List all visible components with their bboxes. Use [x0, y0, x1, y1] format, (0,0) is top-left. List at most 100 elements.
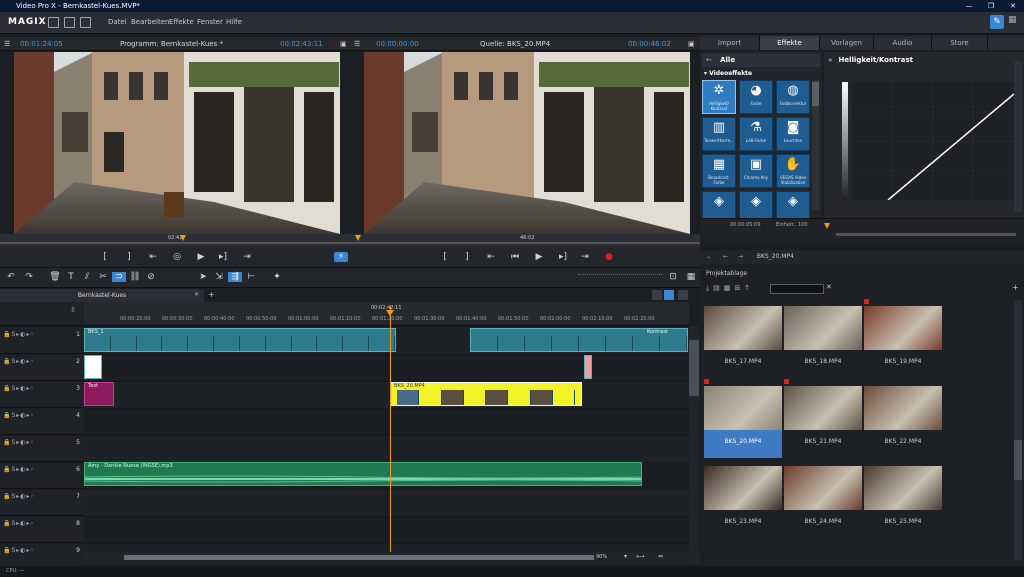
track-header[interactable]: 🔒S▸◐▸◦ 6 — [0, 463, 84, 489]
back-arrow-icon[interactable]: ← — [723, 253, 728, 260]
track-lane[interactable] — [84, 409, 689, 436]
project-item[interactable]: BKS_22.MP4 — [864, 386, 942, 458]
track-controls-icon[interactable]: 🔒S▸◐▸◦ — [3, 520, 35, 527]
brightness-curve[interactable] — [852, 82, 1014, 200]
text-clip-track3[interactable]: Text — [84, 382, 114, 406]
effect-tile[interactable]: ✲ Helligkeit/ Kontrast — [702, 80, 736, 114]
track-lane[interactable] — [84, 355, 689, 382]
audio-clip-track6[interactable]: Amy - Dankle Nuese (INGSE).mp3 — [84, 462, 642, 486]
delete-icon[interactable]: 🗑 — [48, 272, 62, 282]
folder-icon[interactable] — [64, 17, 75, 28]
mark-in-button[interactable]: [ — [438, 252, 452, 262]
mixer-icon[interactable]: ▦ — [684, 272, 698, 282]
play-button[interactable]: ▶ — [194, 252, 208, 262]
marker-icon[interactable]: ✦ — [270, 272, 284, 282]
track-settings-icon[interactable]: ⇳ — [70, 306, 76, 314]
maximize-monitor-icon[interactable]: ▣ — [688, 37, 695, 51]
timeline-hscroll[interactable] — [124, 555, 594, 560]
trim-icon[interactable]: ⊢ — [244, 272, 258, 282]
layout-icon[interactable]: ▦ — [1008, 15, 1018, 29]
zoom-slider-icon[interactable]: ⇔ — [658, 553, 663, 560]
track-header[interactable]: 🔒S▸◐▸◦ 1 — [0, 328, 84, 354]
export-icon[interactable] — [80, 17, 91, 28]
unit-value[interactable]: 100 — [798, 222, 808, 228]
clear-search-icon[interactable]: ✕ — [826, 283, 832, 291]
menu-bearbeiten[interactable]: Bearbeiten — [131, 18, 169, 26]
view-timeline-icon[interactable] — [664, 290, 674, 300]
video-clip-track1-a[interactable]: BKS_1 — [84, 328, 396, 352]
video-clip-track1-b[interactable]: Kontrast — [470, 328, 688, 352]
project-item[interactable]: BKS_23.MP4 — [704, 466, 782, 538]
track-lane[interactable] — [84, 436, 689, 463]
play-button[interactable]: ▶ — [532, 252, 546, 262]
next-marker-button[interactable]: ⇥ — [240, 252, 254, 262]
track-lane[interactable] — [84, 490, 689, 517]
mode-icon[interactable]: ✎ — [990, 15, 1004, 29]
menu-hilfe[interactable]: Hilfe — [226, 18, 242, 26]
effects-scrollbar[interactable] — [812, 80, 819, 210]
project-toolbar[interactable]: ⤓▤▦⊞↑ — [706, 284, 754, 293]
loop-button[interactable]: ◎ — [170, 252, 184, 262]
view-storyboard-icon[interactable] — [678, 290, 688, 300]
source-playhead[interactable] — [355, 235, 361, 241]
view-list-icon[interactable] — [652, 290, 662, 300]
effect-tile[interactable]: ⚗ LAB-Farbe — [739, 117, 773, 151]
tab-store[interactable]: Store — [932, 36, 988, 50]
project-search-input[interactable] — [770, 284, 824, 294]
project-item[interactable]: BKS_19.MP4 — [864, 306, 942, 378]
timeline-tab[interactable]: Bernkastel-Kues — [0, 289, 204, 302]
playhead-handle[interactable] — [386, 310, 394, 316]
effects-category[interactable]: ▾ Videoeffekte — [704, 70, 752, 77]
play-range-button[interactable]: ▸] — [556, 252, 570, 262]
maximize-button[interactable]: ❐ — [980, 0, 1002, 12]
track-header[interactable]: 🔒S▸◐▸◦ 7 — [0, 490, 84, 516]
menu-icon[interactable]: ☰ — [4, 37, 10, 51]
track-controls-icon[interactable]: 🔒S▸◐▸◦ — [3, 412, 35, 419]
project-item[interactable]: BKS_21.MP4 — [784, 386, 862, 458]
program-scrubber[interactable]: 02:42 — [0, 234, 350, 246]
track-controls-icon[interactable]: 🔒S▸◐▸◦ — [3, 547, 35, 554]
minimize-button[interactable]: — — [958, 0, 980, 12]
effect-tile[interactable]: ▦ Broadcast-Farbe — [702, 154, 736, 188]
tab-audio[interactable]: Audio — [874, 36, 932, 50]
effect-tile[interactable]: ▥ Tonwertkorre... — [702, 117, 736, 151]
project-scrollbar[interactable] — [1014, 300, 1022, 560]
program-playhead[interactable] — [180, 235, 186, 241]
close-tab-icon[interactable]: ✕ — [194, 291, 199, 298]
group-icon[interactable]: ⊘ — [144, 272, 158, 282]
tab-effekte[interactable]: Effekte — [760, 36, 820, 50]
zoom-fit-icon[interactable]: ⟷ — [636, 553, 645, 560]
track-header[interactable]: 🔒S▸◐▸◦ 3 — [0, 382, 84, 408]
track-controls-icon[interactable]: 🔒S▸◐▸◦ — [3, 439, 35, 446]
snap-icon[interactable]: ⊡ — [666, 272, 680, 282]
volume-slider[interactable] — [578, 274, 662, 282]
zoom-dropdown-icon[interactable]: ▾ — [624, 553, 627, 560]
effect-tile[interactable]: ▣ Chroma Key — [739, 154, 773, 188]
effect-tile[interactable]: ◙ Leuchten — [776, 117, 810, 151]
effect-tile[interactable]: ◍ Farbkorrektur — [776, 80, 810, 114]
ripple-icon[interactable]: ⇶ — [228, 272, 242, 282]
tab-import[interactable]: Import — [700, 36, 760, 50]
timeline-vscroll[interactable] — [689, 326, 699, 552]
menu-effekte[interactable]: Effekte — [169, 18, 194, 26]
mark-out-button[interactable]: ] — [122, 252, 136, 262]
redo-icon[interactable]: ↷ — [22, 272, 36, 282]
track-header[interactable]: 🔒S▸◐▸◦ 4 — [0, 409, 84, 435]
project-item[interactable]: BKS_18.MP4 — [784, 306, 862, 378]
track-controls-icon[interactable]: 🔒S▸◐▸◦ — [3, 385, 35, 392]
add-tab-icon[interactable]: + — [208, 290, 215, 299]
back-arrow-icon[interactable]: ← — [706, 56, 712, 64]
expand-icon[interactable]: ⌄ — [706, 253, 711, 260]
title-clip-track2[interactable] — [84, 355, 102, 379]
track-header[interactable]: 🔒S▸◐▸◦ 5 — [0, 436, 84, 462]
prev-frame-button[interactable]: ⏮ — [508, 252, 522, 262]
track-lane[interactable] — [84, 382, 689, 409]
track-controls-icon[interactable]: 🔒S▸◐▸◦ — [3, 358, 35, 365]
project-item[interactable]: BKS_25.MP4 — [864, 466, 942, 538]
effect-playhead[interactable] — [824, 223, 830, 229]
project-item[interactable]: BKS_20.MP4 — [704, 386, 782, 458]
project-item[interactable]: BKS_24.MP4 — [784, 466, 862, 538]
source-scrubber[interactable]: 46:02 — [350, 234, 700, 246]
menu-icon[interactable]: ☰ — [354, 37, 360, 51]
video-clip-selected[interactable]: BKS_20.MP4 — [390, 382, 582, 406]
